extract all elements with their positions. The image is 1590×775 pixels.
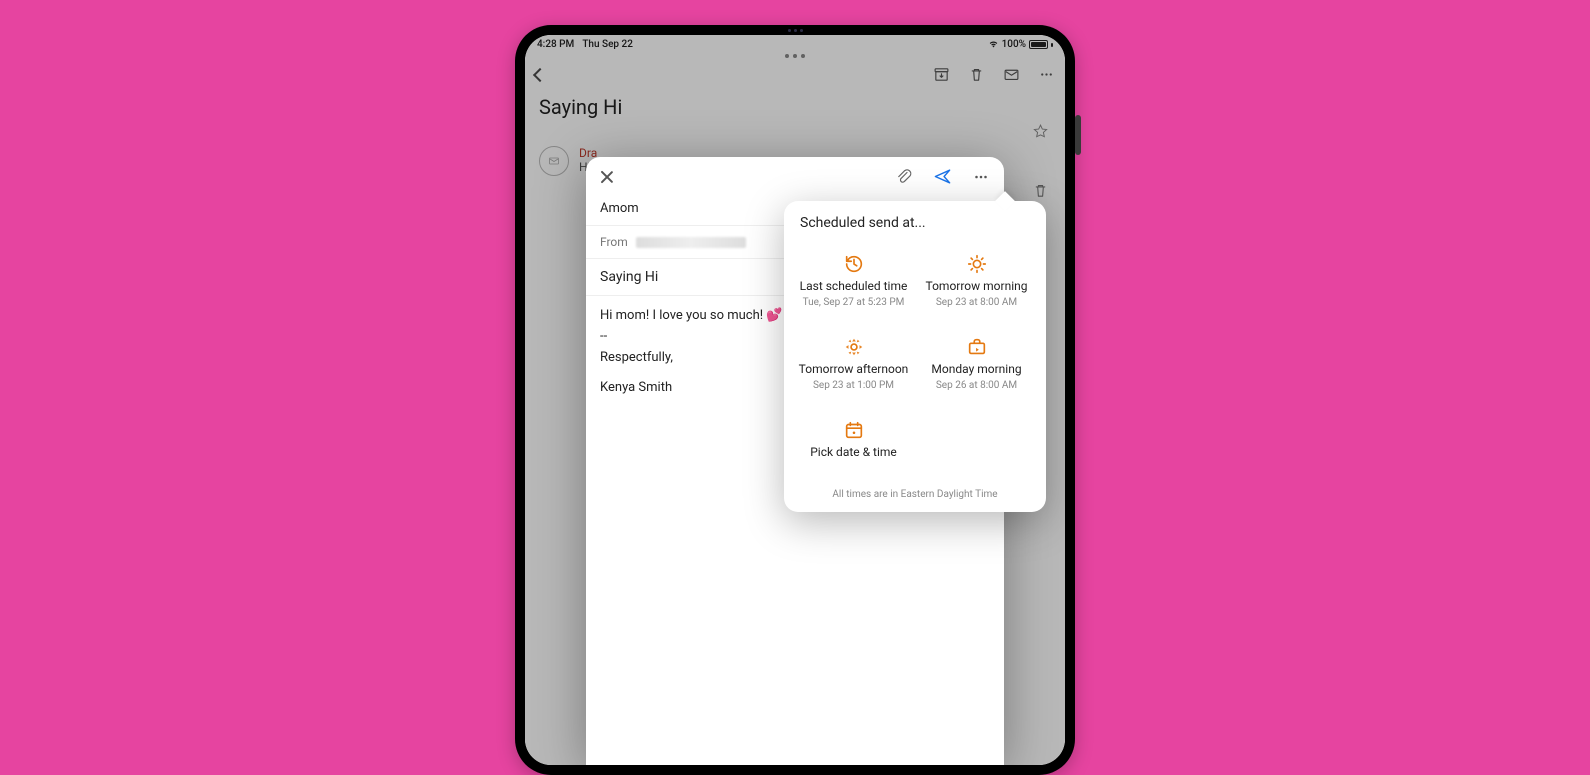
option-monday-morning[interactable]: Monday morning Sep 26 at 8:00 AM: [917, 332, 1036, 395]
option-label: Last scheduled time: [800, 279, 908, 293]
option-subtext: Tue, Sep 27 at 5:23 PM: [803, 297, 905, 308]
from-value-redacted: [636, 237, 746, 248]
popover-title: Scheduled send at...: [794, 215, 1036, 241]
calendar-icon: [843, 419, 865, 441]
scheduled-send-popover: Scheduled send at... Last scheduled time…: [784, 201, 1046, 512]
from-label: From: [600, 235, 628, 249]
device-camera: [775, 29, 815, 32]
option-label: Monday morning: [931, 362, 1021, 376]
option-subtext: Sep 26 at 8:00 AM: [936, 380, 1017, 391]
option-tomorrow-afternoon[interactable]: Tomorrow afternoon Sep 23 at 1:00 PM: [794, 332, 913, 395]
compose-more-icon[interactable]: [972, 168, 990, 186]
option-subtext: Sep 23 at 8:00 AM: [936, 297, 1017, 308]
screen: 4:28 PM Thu Sep 22 100%: [525, 35, 1065, 765]
close-compose-button[interactable]: [600, 170, 614, 184]
device-side-button: [1075, 115, 1081, 155]
option-label: Pick date & time: [810, 445, 897, 459]
briefcase-icon: [966, 336, 988, 358]
history-icon: [843, 253, 865, 275]
option-last-scheduled[interactable]: Last scheduled time Tue, Sep 27 at 5:23 …: [794, 249, 913, 312]
to-value: Amom: [600, 201, 639, 216]
option-tomorrow-morning[interactable]: Tomorrow morning Sep 23 at 8:00 AM: [917, 249, 1036, 312]
attach-icon[interactable]: [895, 168, 913, 186]
sun-half-icon: [843, 336, 865, 358]
option-label: Tomorrow morning: [926, 279, 1028, 293]
send-icon[interactable]: [933, 167, 952, 186]
sun-icon: [966, 253, 988, 275]
timezone-note: All times are in Eastern Daylight Time: [794, 473, 1036, 500]
option-pick-date-time[interactable]: Pick date & time: [794, 415, 913, 463]
tablet-frame: 4:28 PM Thu Sep 22 100%: [515, 25, 1075, 775]
option-label: Tomorrow afternoon: [799, 362, 909, 376]
option-subtext: Sep 23 at 1:00 PM: [813, 380, 894, 391]
subject-value: Saying Hi: [600, 269, 658, 285]
